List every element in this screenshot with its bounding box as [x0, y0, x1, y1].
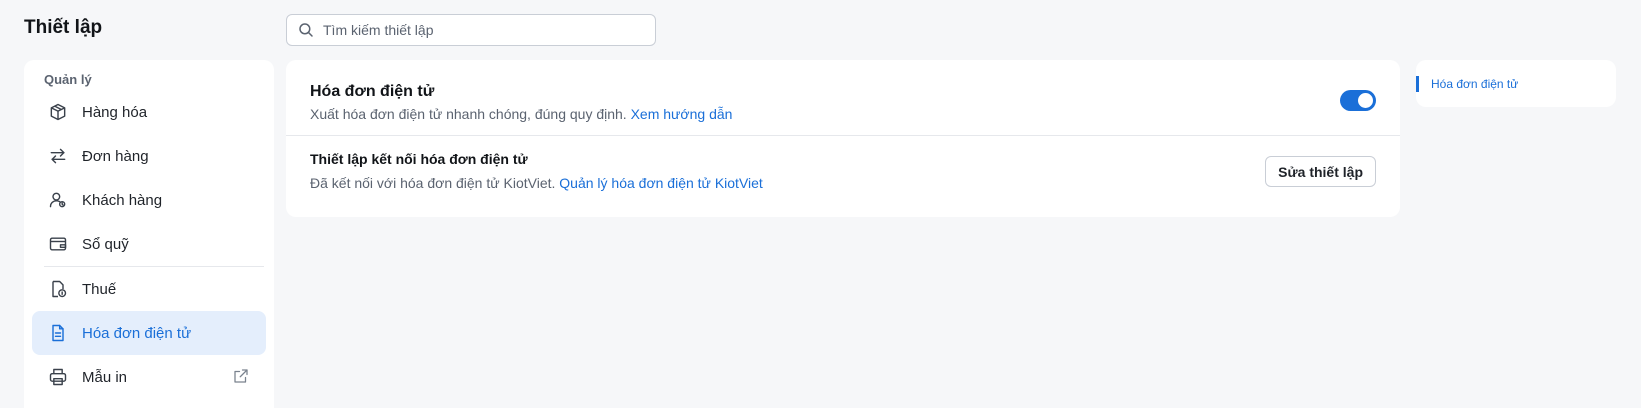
search-icon [299, 23, 313, 37]
sidebar-item-label: Đơn hàng [82, 147, 149, 165]
invoice-document-icon [52, 324, 64, 342]
page-title: Thiết lập [24, 17, 103, 38]
sidebar-item-label: Hóa đơn điện tử [82, 324, 192, 342]
toggle-knob [1358, 93, 1373, 108]
einvoice-toggle-row: Hóa đơn điện tử Xuất hóa đơn điện tử nha… [286, 60, 1400, 136]
sidebar-group-label: Quản lý [44, 72, 92, 87]
einvoice-description: Xuất hóa đơn điện tử nhanh chóng, đúng q… [310, 106, 627, 122]
sidebar-item-label: Khách hàng [82, 191, 163, 209]
external-link-icon[interactable] [232, 367, 250, 385]
einvoice-description-line: Xuất hóa đơn điện tử nhanh chóng, đúng q… [310, 106, 732, 122]
edit-settings-button[interactable]: Sửa thiết lập [1265, 156, 1376, 187]
sidebar-item-label: Thuế [82, 280, 117, 298]
sidebar-item-label: Hàng hóa [82, 103, 148, 121]
sidebar-item-so-quy[interactable]: Sổ quỹ [32, 222, 266, 266]
einvoice-title: Hóa đơn điện tử [310, 83, 435, 100]
sidebar: Quản lý Hàng hóa Đơn hàng Khách hàng Sổ … [24, 60, 274, 408]
guide-link[interactable]: Xem hướng dẫn [631, 106, 733, 122]
tax-document-icon [52, 280, 67, 298]
customer-icon [49, 192, 66, 208]
toc-item-hoa-don-dien-tu[interactable]: Hóa đơn điện tử [1416, 76, 1518, 92]
sidebar-item-hang-hoa[interactable]: Hàng hóa [32, 90, 266, 134]
connection-description: Đã kết nối với hóa đơn điện tử KiotViet. [310, 175, 556, 191]
table-of-contents: Hóa đơn điện tử [1416, 60, 1616, 107]
search-box[interactable] [286, 14, 656, 46]
swap-arrows-icon [50, 148, 66, 164]
einvoice-toggle[interactable] [1340, 90, 1376, 111]
wallet-icon [49, 237, 67, 251]
connection-title: Thiết lập kết nối hóa đơn điện tử [310, 151, 528, 167]
manage-einvoice-link[interactable]: Quản lý hóa đơn điện tử KiotViet [559, 175, 763, 191]
printer-icon [49, 368, 67, 386]
sidebar-item-label: Mẫu in [82, 368, 128, 386]
einvoice-settings-card: Hóa đơn điện tử Xuất hóa đơn điện tử nha… [286, 60, 1400, 217]
connection-description-line: Đã kết nối với hóa đơn điện tử KiotViet.… [310, 175, 763, 191]
box-icon [50, 103, 66, 121]
sidebar-item-hoa-don-dien-tu[interactable]: Hóa đơn điện tử [32, 311, 266, 355]
sidebar-item-khach-hang[interactable]: Khách hàng [32, 178, 266, 222]
sidebar-item-label: Sổ quỹ [82, 235, 129, 253]
search-input[interactable] [323, 22, 643, 38]
sidebar-item-don-hang[interactable]: Đơn hàng [32, 134, 266, 178]
sidebar-item-mau-in[interactable]: Mẫu in [32, 355, 266, 399]
sidebar-item-thue[interactable]: Thuế [32, 267, 266, 311]
